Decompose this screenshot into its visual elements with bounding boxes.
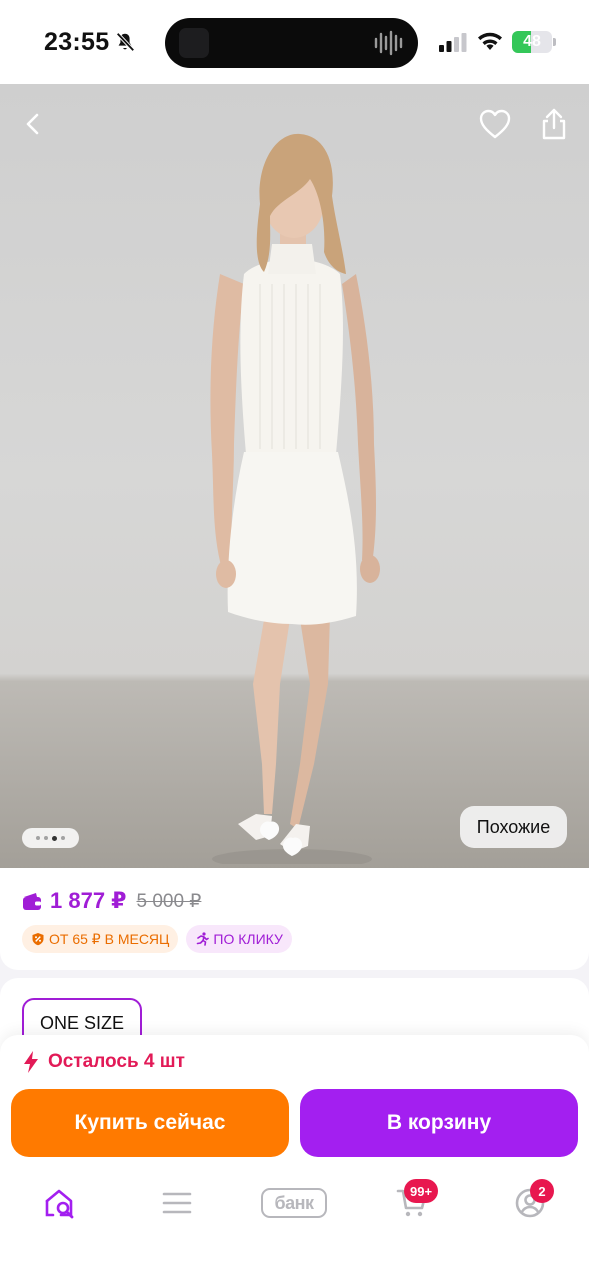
battery-icon: 48 bbox=[512, 31, 552, 53]
stock-indicator: Осталось 4 шт bbox=[22, 1050, 185, 1074]
island-camera bbox=[179, 28, 209, 58]
shield-icon bbox=[32, 933, 44, 946]
tab-cart[interactable]: 99+ bbox=[372, 1170, 452, 1236]
running-man-icon bbox=[197, 932, 210, 946]
favorite-button[interactable] bbox=[473, 102, 517, 146]
product-model-photo bbox=[210, 133, 380, 864]
bell-off-icon bbox=[116, 32, 135, 52]
heart-icon bbox=[479, 109, 511, 139]
status-time: 23:55 bbox=[44, 28, 110, 56]
add-to-cart-button[interactable]: В корзину bbox=[300, 1089, 578, 1157]
bank-logo: банк bbox=[261, 1188, 327, 1218]
back-button[interactable] bbox=[12, 102, 56, 146]
similar-button[interactable]: Похожие bbox=[460, 806, 567, 848]
signal-icon bbox=[439, 33, 467, 52]
share-button[interactable] bbox=[532, 102, 576, 146]
lightning-icon bbox=[24, 1051, 38, 1073]
product-photo[interactable]: Похожие bbox=[0, 84, 589, 870]
tab-profile[interactable]: 2 bbox=[490, 1170, 570, 1236]
chevron-left-icon bbox=[26, 113, 39, 135]
price-row: 1 877 ₽ 5 000 ₽ bbox=[22, 888, 201, 914]
installment-label: ОТ 65 ₽ В МЕСЯЦ bbox=[49, 930, 170, 947]
buy-now-button[interactable]: Купить сейчас bbox=[11, 1089, 289, 1157]
audio-wave-icon bbox=[374, 30, 403, 56]
pager-dot bbox=[61, 836, 65, 840]
current-price: 1 877 ₽ bbox=[50, 888, 127, 913]
price-card: 1 877 ₽ 5 000 ₽ ОТ 65 ₽ В МЕСЯЦ ПО КЛИКУ bbox=[0, 868, 589, 970]
tab-catalog[interactable] bbox=[137, 1170, 217, 1236]
pager-dot bbox=[44, 836, 48, 840]
tab-bar: банк 99+ 2 bbox=[0, 1170, 589, 1240]
battery-nub bbox=[553, 38, 556, 46]
menu-icon bbox=[162, 1192, 192, 1214]
tab-bank[interactable]: банк bbox=[254, 1170, 334, 1236]
installment-badge[interactable]: ОТ 65 ₽ В МЕСЯЦ bbox=[22, 925, 179, 953]
old-price: 5 000 ₽ bbox=[136, 890, 202, 912]
tab-home[interactable] bbox=[20, 1170, 100, 1236]
image-pager[interactable] bbox=[22, 828, 79, 848]
pager-dot bbox=[36, 836, 40, 840]
cart-count-badge: 99+ bbox=[404, 1179, 439, 1203]
stock-text: Осталось 4 шт bbox=[48, 1051, 185, 1072]
product-page: 23:55 48 Похожие 1 877 ₽ 5 000 ₽ ОТ 65 ₽… bbox=[0, 0, 589, 1280]
profile-notification-badge: 2 bbox=[530, 1179, 554, 1203]
dynamic-island bbox=[165, 18, 418, 68]
price-badges: ОТ 65 ₽ В МЕСЯЦ ПО КЛИКУ bbox=[22, 925, 292, 953]
one-click-badge[interactable]: ПО КЛИКУ bbox=[186, 925, 292, 953]
share-icon bbox=[542, 108, 566, 140]
wifi-icon bbox=[478, 32, 502, 50]
home-search-icon bbox=[45, 1189, 74, 1219]
pager-dot bbox=[52, 835, 57, 841]
purchase-panel: Осталось 4 шт Купить сейчас В корзину ба… bbox=[0, 1035, 589, 1280]
wallet-icon bbox=[23, 893, 41, 910]
status-bar: 23:55 48 bbox=[0, 0, 589, 84]
one-click-label: ПО КЛИКУ bbox=[213, 931, 283, 947]
battery-percent: 48 bbox=[523, 33, 541, 50]
